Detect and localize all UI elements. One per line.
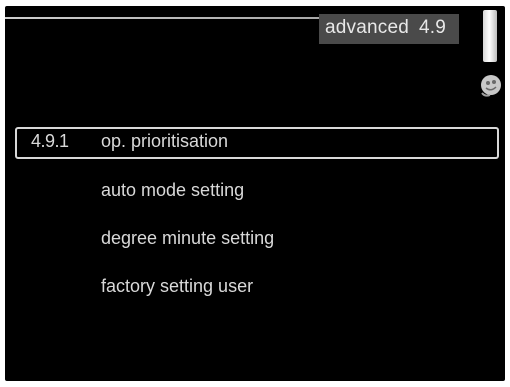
- menu-item-label: degree minute setting: [101, 228, 275, 248]
- menu-item-auto-mode-setting[interactable]: auto mode setting: [15, 176, 499, 208]
- menu-item-factory-setting-user[interactable]: factory setting user: [15, 272, 499, 304]
- menu-item-op-prioritisation[interactable]: 4.9.1 op. prioritisation: [15, 127, 499, 159]
- menu-item-label: auto mode setting: [101, 180, 245, 200]
- menu-list: 4.9.1 op. prioritisation auto mode setti…: [5, 6, 505, 381]
- menu-item-label: factory setting user: [101, 276, 254, 296]
- menu-item-label: op. prioritisation: [101, 131, 229, 151]
- menu-item-degree-minute-setting[interactable]: degree minute setting: [15, 224, 499, 256]
- menu-item-number: 4.9.1: [31, 131, 69, 151]
- display-screen: advanced 4.9 4.9.1 op. prioritisation aut…: [5, 6, 505, 381]
